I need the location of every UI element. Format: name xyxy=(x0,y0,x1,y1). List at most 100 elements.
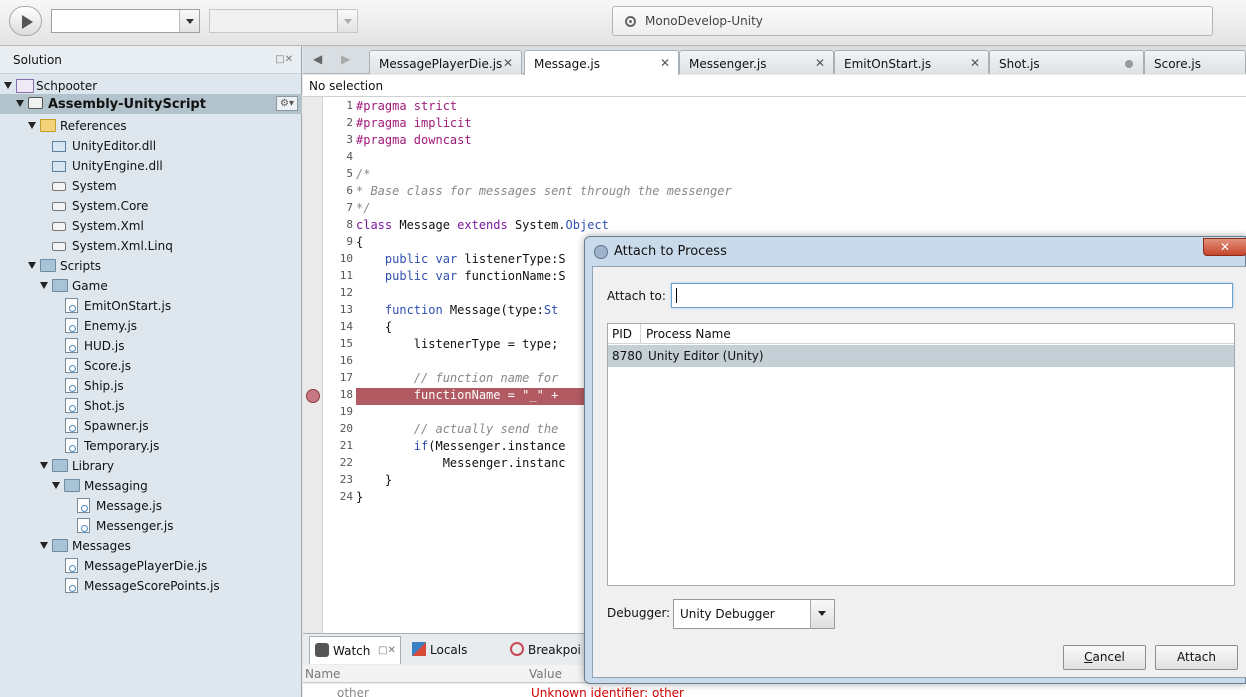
breakpoint-gutter[interactable] xyxy=(303,97,323,633)
main-toolbar: MonoDevelop-Unity xyxy=(0,0,1246,46)
configuration-combo[interactable] xyxy=(51,9,200,33)
gear-icon[interactable]: ⚙▾ xyxy=(276,96,298,111)
tab-message[interactable]: Message.js ✕ xyxy=(524,50,679,75)
tab-messenger[interactable]: Messenger.js ✕ xyxy=(679,50,834,74)
attach-to-input[interactable] xyxy=(671,283,1233,308)
chevron-down-icon[interactable] xyxy=(179,10,199,32)
line-number: 10 xyxy=(339,252,353,265)
line-number: 13 xyxy=(339,303,353,316)
expander-icon[interactable] xyxy=(52,482,60,489)
column-header[interactable]: Name xyxy=(305,667,340,681)
tree-item-folder[interactable]: Game xyxy=(0,276,302,296)
tree-item-folder[interactable]: Scripts xyxy=(0,256,302,276)
close-icon[interactable]: ✕ xyxy=(815,56,825,70)
pad-controls[interactable]: □✕ xyxy=(378,645,396,656)
tree-item-file[interactable]: Temporary.js xyxy=(0,436,302,456)
tree-item-reference[interactable]: System.Xml.Linq xyxy=(0,236,302,256)
tree-item-folder[interactable]: Library xyxy=(0,456,302,476)
line-number: 6 xyxy=(346,184,353,197)
expander-icon[interactable] xyxy=(28,122,36,129)
tree-item-file[interactable]: EmitOnStart.js xyxy=(0,296,302,316)
run-button[interactable] xyxy=(9,6,42,36)
code-line: { xyxy=(356,320,393,334)
code-line: if(Messenger.instance xyxy=(413,439,566,453)
status-area: MonoDevelop-Unity xyxy=(612,6,1213,36)
file-icon xyxy=(65,418,78,433)
line-number: 2 xyxy=(346,116,353,129)
tree-item-folder[interactable]: Messaging xyxy=(0,476,302,496)
line-number: 20 xyxy=(339,422,353,435)
cancel-button[interactable]: Cancel xyxy=(1063,645,1146,670)
pad-controls[interactable]: □✕ xyxy=(275,54,293,65)
debugger-select[interactable]: Unity Debugger xyxy=(673,599,835,629)
expander-icon[interactable] xyxy=(40,462,48,469)
document-tabs: ◀ ▶ MessagePlayerDie.js ✕ Message.js ✕ M… xyxy=(303,46,1246,75)
tree-item-folder[interactable]: Messages xyxy=(0,536,302,556)
expander-icon[interactable] xyxy=(28,262,36,269)
file-icon xyxy=(77,518,90,533)
tree-item-file[interactable]: Spawner.js xyxy=(0,416,302,436)
column-header-process-name[interactable]: Process Name xyxy=(646,327,731,341)
binoculars-icon xyxy=(315,643,329,657)
attach-button[interactable]: Attach xyxy=(1155,645,1238,670)
tree-item-project[interactable]: Assembly-UnityScript ⚙▾ xyxy=(0,94,302,114)
tree-item-file[interactable]: MessagePlayerDie.js xyxy=(0,556,302,576)
close-icon[interactable]: ✕ xyxy=(503,56,513,70)
tab-scroll-right-icon[interactable]: ▶ xyxy=(341,52,350,66)
watch-row[interactable]: other Unknown identifier: other xyxy=(303,684,1246,697)
tree-item-file[interactable]: Ship.js xyxy=(0,376,302,396)
tree-item-reference[interactable]: System xyxy=(0,176,302,196)
tab-scroll-left-icon[interactable]: ◀ xyxy=(313,52,322,66)
tree-item-file[interactable]: MessageScorePoints.js xyxy=(0,576,302,596)
line-number: 14 xyxy=(339,320,353,333)
expander-icon[interactable] xyxy=(16,100,24,107)
process-row[interactable]: 8780 Unity Editor (Unity) xyxy=(608,345,1234,367)
breakpoint-icon xyxy=(510,642,524,656)
tree-item-reference[interactable]: UnityEngine.dll xyxy=(0,156,302,176)
file-icon xyxy=(65,318,78,333)
tree-item-file[interactable]: Enemy.js xyxy=(0,316,302,336)
breakpoint-icon[interactable] xyxy=(306,389,320,403)
file-icon xyxy=(65,558,78,573)
tree-item-reference[interactable]: UnityEditor.dll xyxy=(0,136,302,156)
tree-item-solution[interactable]: Schpooter xyxy=(0,76,302,96)
file-icon xyxy=(65,398,78,413)
close-icon[interactable]: ✕ xyxy=(970,56,980,70)
code-line: public var listenerType:S xyxy=(384,252,566,266)
tab-watch[interactable]: Watch □✕ xyxy=(309,636,401,664)
project-icon xyxy=(28,97,43,109)
close-icon[interactable]: ✕ xyxy=(660,56,670,70)
tree-item-file[interactable]: Score.js xyxy=(0,356,302,376)
tab-breakpoints[interactable]: Breakpoi xyxy=(505,636,585,664)
code-line: } xyxy=(356,473,393,487)
process-list[interactable]: PID Process Name 8780 Unity Editor (Unit… xyxy=(607,323,1235,586)
tab-emitonstart[interactable]: EmitOnStart.js ✕ xyxy=(834,50,989,74)
dll-reference-icon xyxy=(52,161,66,172)
column-header[interactable]: Value xyxy=(529,667,562,681)
tree-item-reference[interactable]: System.Core xyxy=(0,196,302,216)
tab-locals[interactable]: Locals xyxy=(407,636,497,664)
tab-shot[interactable]: Shot.js xyxy=(989,50,1144,74)
chevron-down-icon[interactable] xyxy=(810,600,834,628)
line-number: 23 xyxy=(339,473,353,486)
close-button[interactable]: ✕ xyxy=(1203,238,1246,256)
tree-item-file[interactable]: HUD.js xyxy=(0,336,302,356)
line-number: 7 xyxy=(346,201,353,214)
tree-item-folder[interactable]: References xyxy=(0,116,302,136)
tab-messageplayerdie[interactable]: MessagePlayerDie.js ✕ xyxy=(369,50,522,74)
expander-icon[interactable] xyxy=(40,282,48,289)
expander-icon[interactable] xyxy=(40,542,48,549)
tree-item-reference[interactable]: System.Xml xyxy=(0,216,302,236)
locals-icon xyxy=(412,642,426,656)
modified-dot-icon[interactable] xyxy=(1125,60,1133,68)
expander-icon[interactable] xyxy=(4,82,12,89)
folder-icon xyxy=(64,479,80,492)
tree-item-file[interactable]: Message.js xyxy=(0,496,302,516)
folder-icon xyxy=(52,539,68,552)
tab-score[interactable]: Score.js xyxy=(1144,50,1246,74)
tree-item-file[interactable]: Messenger.js xyxy=(0,516,302,536)
column-header-pid[interactable]: PID xyxy=(612,327,632,341)
folder-icon xyxy=(40,259,56,272)
chevron-down-icon xyxy=(337,10,357,32)
tree-item-file[interactable]: Shot.js xyxy=(0,396,302,416)
